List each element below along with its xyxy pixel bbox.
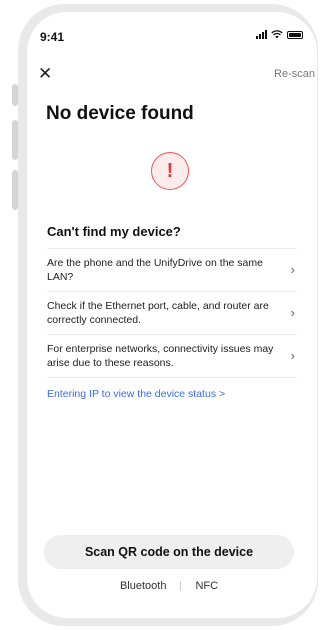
volume-down-button [12, 170, 18, 210]
page-title: No device found [46, 103, 194, 124]
mute-switch [12, 84, 18, 106]
help-item-text: Are the phone and the UnifyDrive on the … [47, 257, 263, 283]
bluetooth-link[interactable]: Bluetooth [120, 580, 166, 592]
help-item-enterprise[interactable]: For enterprise networks, connectivity is… [47, 334, 297, 378]
status-icons [256, 30, 303, 39]
chevron-right-icon: › [290, 305, 295, 320]
chevron-right-icon: › [290, 262, 295, 277]
scan-qr-button[interactable]: Scan QR code on the device [44, 535, 294, 569]
help-item-same-lan[interactable]: Are the phone and the UnifyDrive on the … [47, 248, 297, 291]
help-section-title: Can't find my device? [47, 224, 181, 239]
divider [180, 581, 182, 591]
signal-icon [256, 30, 267, 39]
chevron-right-icon: › [290, 348, 295, 363]
rescan-button[interactable]: Re-scan [274, 68, 315, 80]
close-button[interactable]: ✕ [38, 65, 52, 82]
help-item-ethernet[interactable]: Check if the Ethernet port, cable, and r… [47, 291, 297, 334]
status-time: 9:41 [40, 30, 65, 44]
help-list: Are the phone and the UnifyDrive on the … [47, 248, 297, 378]
alert-icon: ! [151, 152, 189, 190]
nfc-link[interactable]: NFC [195, 580, 218, 592]
help-item-text: For enterprise networks, connectivity is… [47, 343, 274, 369]
enter-ip-link[interactable]: Entering IP to view the device status > [47, 388, 225, 400]
battery-icon [287, 30, 303, 39]
alt-connection-links: Bluetooth NFC [44, 580, 294, 592]
volume-up-button [12, 120, 18, 160]
help-item-text: Check if the Ethernet port, cable, and r… [47, 300, 269, 326]
app-screen: 9:41 ✕ Re-scan No device found ! Can't f… [27, 12, 317, 618]
wifi-icon [271, 30, 283, 39]
